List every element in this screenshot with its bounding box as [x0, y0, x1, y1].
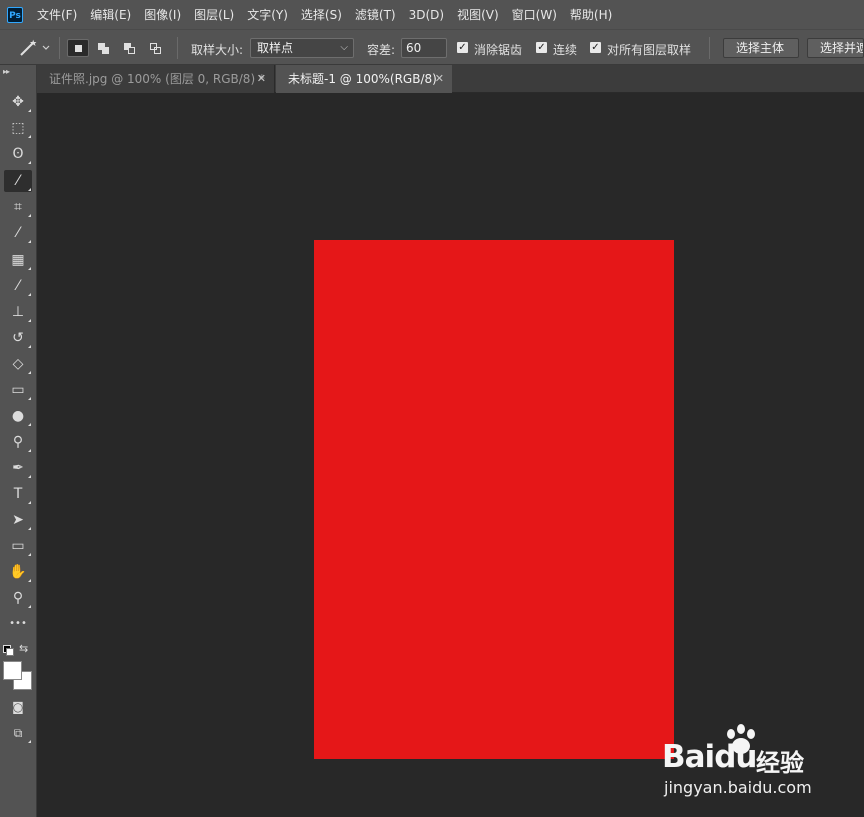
- add-selection-icon-part: [102, 47, 109, 54]
- menu-help[interactable]: 帮助(H): [570, 6, 612, 23]
- magic-wand-tool-icon[interactable]: ⁄: [4, 170, 32, 192]
- tab-label: 未标题-1 @ 100%(RGB/8): [288, 72, 437, 86]
- close-icon[interactable]: ✕: [435, 65, 444, 93]
- tolerance-label: 容差:: [367, 43, 396, 57]
- eraser-tool-icon[interactable]: ◇: [4, 353, 32, 375]
- menu-type[interactable]: 文字(Y): [247, 6, 288, 23]
- default-colors-icon[interactable]: [3, 645, 14, 656]
- clone-stamp-tool-icon[interactable]: ⊥: [4, 301, 32, 323]
- add-to-selection-button[interactable]: [93, 39, 115, 57]
- anti-alias-checkbox[interactable]: ✓: [457, 42, 468, 53]
- separator: [709, 37, 710, 59]
- menu-layer[interactable]: 图层(L): [194, 6, 234, 23]
- swap-colors-icon[interactable]: ⇆: [19, 642, 28, 655]
- photoshop-logo-icon: Ps: [7, 6, 23, 23]
- dodge-tool-icon[interactable]: ⚲: [4, 431, 32, 453]
- baidu-logo-suffix: du: [714, 739, 757, 775]
- anti-alias-label: 消除锯齿: [474, 43, 523, 57]
- more-tools-icon[interactable]: •••: [4, 613, 32, 635]
- path-selection-tool-icon[interactable]: ➤: [4, 509, 32, 531]
- gradient-tool-icon[interactable]: ▭: [4, 379, 32, 401]
- hand-tool-icon[interactable]: ✋: [4, 561, 32, 583]
- menu-select[interactable]: 选择(S): [301, 6, 342, 23]
- move-tool-icon[interactable]: ✥: [4, 91, 32, 113]
- menu-edit[interactable]: 编辑(E): [90, 6, 131, 23]
- brush-tool-icon[interactable]: ⁄: [4, 275, 32, 297]
- subtract-from-selection-button[interactable]: [119, 39, 141, 57]
- watermark-url: jingyan.baidu.com: [664, 778, 812, 797]
- tab-label: 证件照.jpg @ 100% (图层 0, RGB/8) *: [49, 72, 265, 86]
- document-tab-bar: 证件照.jpg @ 100% (图层 0, RGB/8) * ✕ 未标题-1 @…: [37, 65, 864, 93]
- new-selection-icon: [75, 45, 82, 52]
- new-selection-button[interactable]: [67, 39, 89, 57]
- menu-file[interactable]: 文件(F): [37, 6, 77, 23]
- intersect-selection-icon-part: [154, 47, 161, 54]
- tools-panel: ▸▸ ✥ ⬚ ʘ ⁄ ⌗ ⁄ ▦ ⁄ ⊥ ↺ ◇ ▭ ● ⚲ ✒ T ➤ ▭ ✋ ⚲ ••• ⇆ ◙ ⧉: [0, 65, 37, 817]
- tolerance-input[interactable]: 60: [401, 38, 447, 58]
- baidu-logo-text: Bai: [662, 739, 715, 775]
- baidu-jingyan-watermark: Baidu 经验 jingyan.baidu.com: [662, 724, 822, 800]
- type-tool-icon[interactable]: T: [4, 483, 32, 505]
- jingyan-text: 经验: [756, 749, 804, 777]
- foreground-color-swatch[interactable]: [3, 661, 22, 680]
- pen-tool-icon[interactable]: ✒: [4, 457, 32, 479]
- select-subject-button[interactable]: 选择主体: [723, 38, 799, 58]
- quick-mask-icon[interactable]: ◙: [4, 696, 32, 718]
- crop-tool-icon[interactable]: ⌗: [4, 196, 32, 218]
- tab-document-1[interactable]: 证件照.jpg @ 100% (图层 0, RGB/8) * ✕: [37, 65, 275, 93]
- separator: [177, 37, 178, 59]
- healing-brush-tool-icon[interactable]: ▦: [4, 249, 32, 271]
- menu-image[interactable]: 图像(I): [144, 6, 181, 23]
- contiguous-checkbox[interactable]: ✓: [536, 42, 547, 53]
- sample-all-layers-checkbox[interactable]: ✓: [590, 42, 601, 53]
- magic-wand-icon: [20, 39, 50, 56]
- marquee-tool-icon[interactable]: ⬚: [4, 117, 32, 139]
- blur-tool-icon[interactable]: ●: [4, 405, 32, 427]
- document-canvas[interactable]: [314, 240, 674, 759]
- lasso-tool-icon[interactable]: ʘ: [4, 143, 32, 165]
- collapse-panel-icon[interactable]: ▸▸: [3, 67, 10, 76]
- menu-filter[interactable]: 滤镜(T): [355, 6, 396, 23]
- menu-window[interactable]: 窗口(W): [512, 6, 557, 23]
- menu-view[interactable]: 视图(V): [457, 6, 499, 23]
- subtract-selection-icon-part: [128, 47, 135, 54]
- screen-mode-icon[interactable]: ⧉: [4, 722, 32, 744]
- baidu-logo: Baidu: [662, 739, 757, 775]
- sample-size-value: 取样点: [257, 41, 294, 55]
- tool-preset-picker[interactable]: [18, 38, 54, 58]
- menu-3d[interactable]: 3D(D): [409, 8, 444, 22]
- select-and-mask-button[interactable]: 选择并遮住: [807, 38, 864, 58]
- intersect-selection-button[interactable]: [145, 39, 167, 57]
- rectangle-tool-icon[interactable]: ▭: [4, 535, 32, 557]
- eyedropper-tool-icon[interactable]: ⁄: [4, 222, 32, 244]
- sample-size-label: 取样大小:: [191, 43, 244, 57]
- zoom-tool-icon[interactable]: ⚲: [4, 587, 32, 609]
- options-bar: 取样大小: 取样点 ⌵ 容差: 60 ✓ 消除锯齿 ✓ 连续 ✓ 对所有图层取样…: [0, 29, 864, 65]
- history-brush-tool-icon[interactable]: ↺: [4, 327, 32, 349]
- close-icon[interactable]: ✕: [257, 65, 266, 93]
- chevron-down-icon: ⌵: [340, 42, 348, 53]
- sample-size-dropdown[interactable]: 取样点 ⌵: [250, 38, 354, 58]
- contiguous-label: 连续: [553, 43, 578, 57]
- separator: [59, 37, 60, 59]
- sample-all-layers-label: 对所有图层取样: [607, 43, 692, 57]
- tab-document-2[interactable]: 未标题-1 @ 100%(RGB/8) ✕: [276, 65, 452, 93]
- menu-bar: Ps 文件(F) 编辑(E) 图像(I) 图层(L) 文字(Y) 选择(S) 滤…: [0, 0, 864, 29]
